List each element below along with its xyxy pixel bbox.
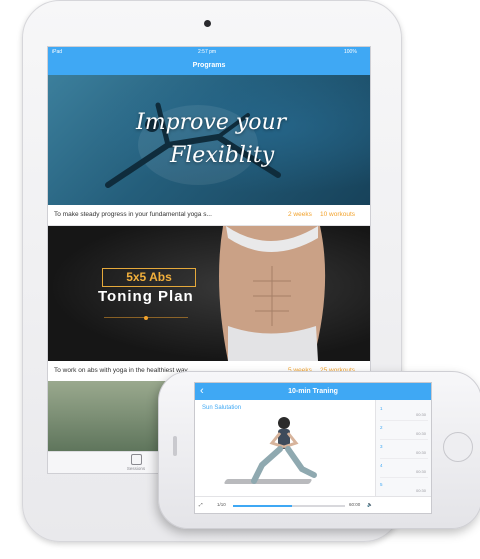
total-time: 60:00 bbox=[349, 502, 361, 507]
list-item[interactable]: 3 00:30 bbox=[380, 438, 428, 459]
list-item[interactable]: 5 00:30 bbox=[380, 476, 428, 497]
banner-title-line1: Improve your bbox=[136, 110, 287, 135]
tab-sessions-label: Sessions bbox=[126, 466, 146, 471]
exercise-count: 1/10 bbox=[217, 502, 226, 507]
progress-track[interactable] bbox=[233, 505, 345, 507]
list-item[interactable]: 1 00:30 bbox=[380, 400, 428, 421]
iphone-nav-title: 10-min Traning bbox=[195, 383, 431, 400]
status-bar: iPad 2:57 pm 100% bbox=[48, 47, 370, 57]
battery-level: 100% bbox=[344, 49, 357, 55]
iphone-home-button[interactable] bbox=[443, 432, 473, 462]
list-item[interactable]: 2 00:30 bbox=[380, 419, 428, 440]
volume-icon[interactable]: 🔈 bbox=[367, 502, 373, 508]
divider-dot bbox=[144, 316, 148, 320]
program-description: To make steady progress in your fundamen… bbox=[54, 211, 212, 218]
program-banner-flexibility[interactable]: Improve your Flexiblity bbox=[48, 75, 370, 205]
progress-fill bbox=[233, 505, 293, 507]
program-footer-1: To make steady progress in your fundamen… bbox=[48, 205, 370, 226]
yoga-figure-illustration bbox=[251, 417, 317, 484]
iphone-screen: 10-min Traning ‹ Sun Salutation 1 00:30 … bbox=[194, 382, 432, 514]
abs-figure-illustration bbox=[219, 226, 326, 361]
yoga-pose-illustration bbox=[105, 102, 281, 188]
expand-icon[interactable]: ⤢ bbox=[199, 502, 203, 507]
section-label: Sun Salutation bbox=[202, 405, 242, 411]
carrier-label: iPad bbox=[52, 49, 63, 55]
program-title: Toning Plan bbox=[98, 288, 194, 305]
ipad-camera bbox=[204, 20, 211, 27]
program-workouts: 10 workouts bbox=[320, 211, 356, 218]
sessions-icon bbox=[130, 454, 142, 465]
program-weeks: 2 weeks bbox=[288, 211, 312, 218]
back-chevron-icon[interactable]: ‹ bbox=[200, 383, 204, 399]
exercise-list: 1 00:30 2 00:30 3 00:30 4 00:30 5 00:30 bbox=[375, 400, 431, 497]
banner-title-line2: Flexiblity bbox=[170, 143, 275, 168]
program-tag: 5x5 Abs bbox=[102, 268, 196, 287]
player-bar: ⤢ 1/10 60:00 🔈 bbox=[195, 496, 431, 513]
list-item[interactable]: 4 00:30 bbox=[380, 457, 428, 478]
status-time: 2:57 pm bbox=[198, 49, 217, 55]
tab-sessions[interactable]: Sessions bbox=[116, 454, 156, 471]
iphone-speaker bbox=[173, 436, 177, 456]
nav-title: Programs bbox=[48, 57, 370, 75]
program-banner-abs[interactable]: 5x5 Abs Toning Plan bbox=[48, 226, 370, 361]
